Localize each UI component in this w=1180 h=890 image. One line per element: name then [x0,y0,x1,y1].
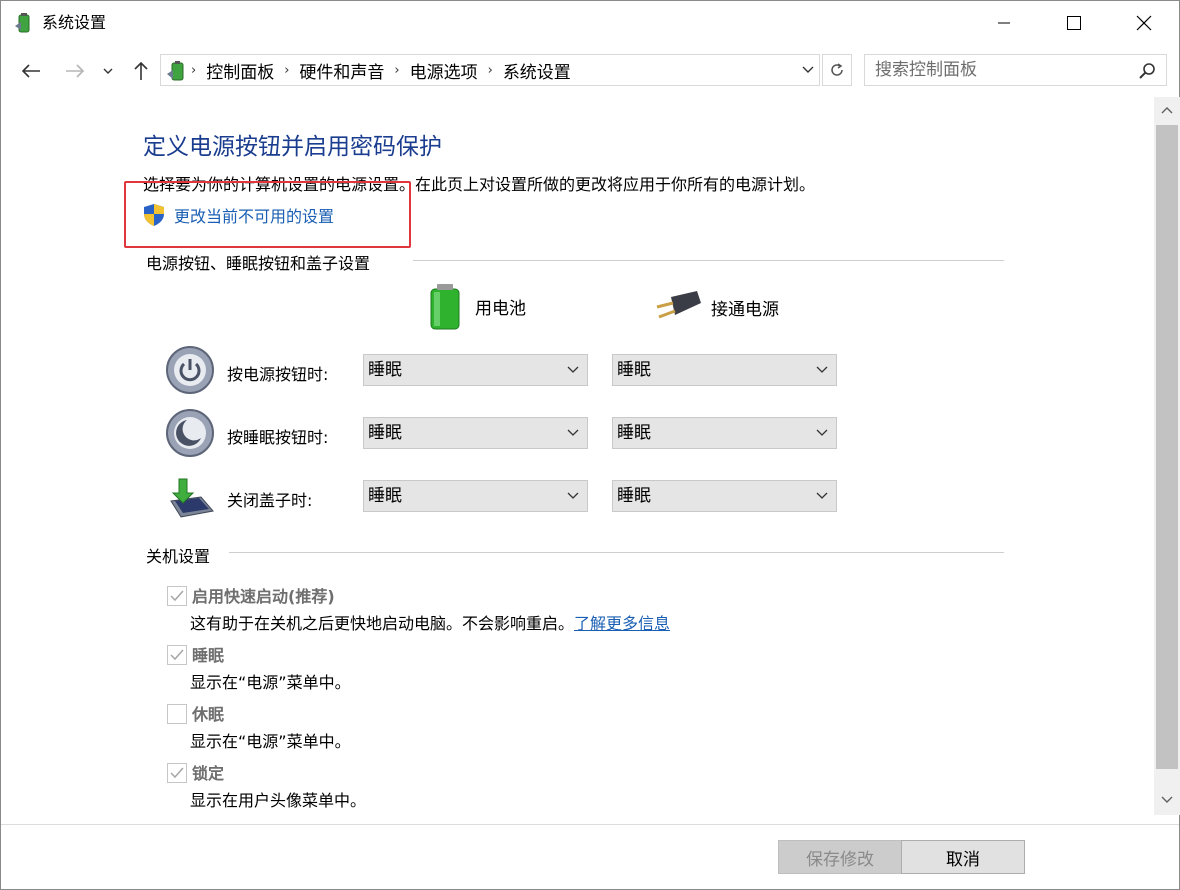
select-value: 睡眠 [368,486,402,506]
power-button-icon [166,346,214,394]
search-input[interactable] [865,55,1135,85]
back-button[interactable] [17,57,45,85]
sleep-button-battery-select[interactable]: 睡眠 [363,417,588,449]
close-button[interactable] [1109,1,1179,45]
control-panel-icon [167,61,184,81]
checkmark-icon [170,649,184,661]
arrow-left-icon [21,64,40,78]
search-icon[interactable] [1137,60,1159,82]
lock-checkbox[interactable] [167,763,187,783]
chevron-right-icon: › [191,62,197,78]
chevron-up-icon [1161,107,1173,114]
scroll-up-button[interactable] [1154,97,1180,123]
select-value: 睡眠 [617,423,651,443]
battery-column-label: 用电池 [475,298,526,319]
sleep-checkbox[interactable] [167,645,187,665]
power-button-battery-select[interactable]: 睡眠 [363,354,588,386]
arrow-right-icon [66,64,85,78]
hibernate-checkbox[interactable] [167,704,187,724]
section-divider [229,552,1004,553]
checkmark-icon [170,767,184,779]
laptop-lid-icon [170,478,214,518]
recent-locations-button[interactable] [97,57,119,85]
hibernate-option-label: 休眠 [192,705,225,724]
fast-startup-label: 启用快速启动(推荐) [192,587,335,606]
up-button[interactable] [127,57,155,85]
fast-startup-checkbox[interactable] [167,586,187,606]
fast-startup-desc-text: 这有助于在关机之后更快地启动电脑。不会影响重启。 [190,614,575,633]
close-lid-battery-select[interactable]: 睡眠 [363,480,588,512]
chevron-right-icon[interactable]: › [284,63,289,78]
arrow-up-icon [134,61,148,80]
sleep-option-description: 显示在“电源”菜单中。 [190,673,351,692]
window-title: 系统设置 [42,13,107,32]
forward-button[interactable] [61,57,89,85]
breadcrumb-item[interactable]: 电源选项 [410,58,478,83]
scroll-down-button[interactable] [1154,787,1180,813]
chevron-down-icon [802,66,814,73]
chevron-down-icon [567,418,579,448]
cancel-button[interactable]: 取消 [901,840,1025,874]
chevron-right-icon[interactable]: › [394,63,399,78]
chevron-down-icon [816,355,828,385]
select-value: 睡眠 [368,360,402,380]
battery-column-header: 用电池 [425,281,526,331]
refresh-button[interactable] [822,54,852,86]
chevron-down-icon [103,68,113,74]
system-settings-window: 系统设置 › 控制面板 › 硬件和声音 › 电源选项 › 系统设置 搜索控制面板… [0,0,1180,890]
close-icon [1136,15,1152,31]
lock-option-description: 显示在用户头像菜单中。 [190,791,367,810]
select-value: 睡眠 [368,423,402,443]
power-plug-icon [656,291,701,319]
breadcrumb: › 控制面板 › 硬件和声音 › 电源选项 › 系统设置 [191,55,571,85]
sleep-button-label: 按睡眠按钮时: [227,428,329,447]
plugged-column-header: 接通电源 [653,289,779,325]
breadcrumb-item[interactable]: 硬件和声音 [299,58,384,83]
section-divider [413,260,1004,261]
close-lid-plugged-select[interactable]: 睡眠 [612,480,837,512]
main-content: 定义电源按钮并启用密码保护 选择要为你的计算机设置的电源设置。在此页上对设置所做… [1,97,1153,817]
lock-option-label: 锁定 [192,764,225,783]
sleep-button-plugged-select[interactable]: 睡眠 [612,417,837,449]
battery-app-icon [15,13,30,33]
maximize-icon [1067,16,1081,30]
search-box[interactable] [864,54,1167,86]
chevron-down-icon [567,355,579,385]
sleep-button-icon [166,409,214,457]
title-bar: 系统设置 [1,1,1179,45]
close-lid-label: 关闭盖子时: [227,491,313,510]
chevron-down-icon [816,418,828,448]
battery-icon [430,284,460,330]
vertical-scrollbar[interactable] [1154,97,1180,815]
chevron-right-icon[interactable]: › [488,63,493,78]
select-value: 睡眠 [617,486,651,506]
checkmark-icon [170,590,184,602]
address-dropdown-button[interactable] [797,55,819,85]
breadcrumb-item[interactable]: 系统设置 [503,58,571,83]
highlight-annotation [124,181,411,248]
footer-divider [1,824,1179,825]
fast-startup-description: 这有助于在关机之后更快地启动电脑。不会影响重启。了解更多信息 [190,610,670,634]
plugged-column-label: 接通电源 [711,299,779,320]
page-title: 定义电源按钮并启用密码保护 [143,134,442,160]
power-button-plugged-select[interactable]: 睡眠 [612,354,837,386]
chevron-down-icon [567,481,579,511]
save-changes-button[interactable]: 保存修改 [778,840,902,874]
hibernate-option-description: 显示在“电源”菜单中。 [190,732,351,751]
maximize-button[interactable] [1039,1,1109,45]
power-section-heading: 电源按钮、睡眠按钮和盖子设置 [146,254,371,273]
power-button-label: 按电源按钮时: [227,365,329,384]
refresh-icon [831,63,843,76]
sleep-option-label: 睡眠 [192,646,225,665]
select-value: 睡眠 [617,360,651,380]
address-bar[interactable]: › 控制面板 › 硬件和声音 › 电源选项 › 系统设置 [160,54,820,86]
learn-more-link[interactable]: 了解更多信息 [574,614,670,633]
chevron-down-icon [1161,796,1173,803]
shutdown-section-heading: 关机设置 [146,547,211,566]
minimize-button[interactable] [969,1,1039,45]
chevron-down-icon [816,481,828,511]
minimize-icon [998,22,1010,24]
scrollbar-thumb[interactable] [1156,125,1178,769]
breadcrumb-item[interactable]: 控制面板 [206,58,274,83]
